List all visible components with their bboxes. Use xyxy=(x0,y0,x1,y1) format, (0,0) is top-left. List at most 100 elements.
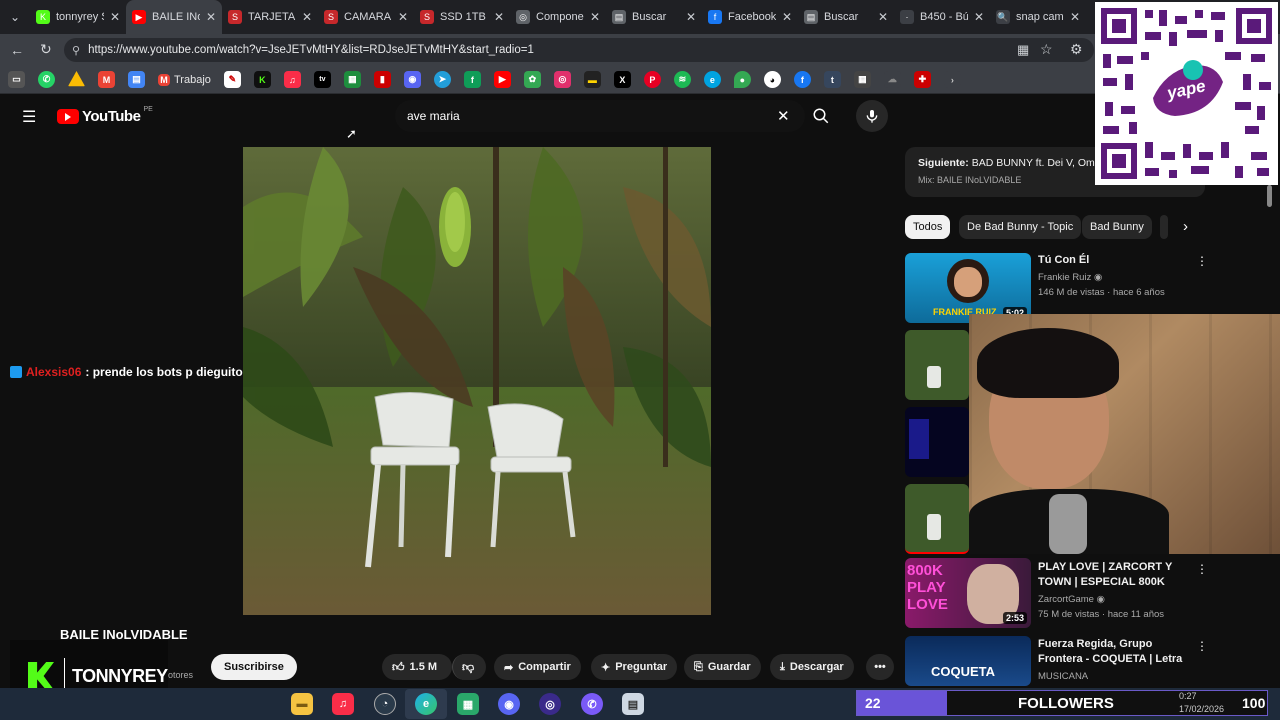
tab-close-icon[interactable]: ✕ xyxy=(974,10,984,24)
obs-icon[interactable]: ◔ xyxy=(374,693,396,715)
rec1-channel-row[interactable]: Frankie Ruiz ◉ xyxy=(1038,272,1102,283)
kick-icon[interactable]: K xyxy=(253,71,271,88)
youtube-bookmark-icon[interactable]: ▶ xyxy=(493,71,511,88)
save-button[interactable]: ⎘ Guardar xyxy=(684,654,761,680)
pen-icon[interactable]: ✎ xyxy=(223,71,241,88)
taskbar-discord-icon[interactable]: ◉ xyxy=(498,693,520,715)
rec-thumbnail-4[interactable] xyxy=(905,484,969,554)
tab-close-icon[interactable]: ✕ xyxy=(398,10,408,24)
telegram-icon[interactable]: ➤ xyxy=(433,71,451,88)
maps-icon[interactable]: ● xyxy=(733,71,751,88)
tab-close-icon[interactable]: ✕ xyxy=(686,10,696,24)
google-drive-icon[interactable] xyxy=(68,71,85,87)
tab-close-icon[interactable]: ✕ xyxy=(590,10,600,24)
address-bar[interactable]: ⚲ https://www.youtube.com/watch?v=JseJET… xyxy=(64,38,1094,62)
site-info-icon[interactable]: ⚲ xyxy=(72,44,80,57)
more-bookmarks-icon[interactable]: › xyxy=(943,71,961,88)
rec5-channel-row[interactable]: ZarcortGame ◉ xyxy=(1038,594,1105,605)
back-arrow-icon[interactable]: ← xyxy=(10,42,24,58)
clear-search-icon[interactable]: ✕ xyxy=(777,107,790,125)
taskbar-notes-icon[interactable]: ▤ xyxy=(622,693,644,715)
bookmark-folder-trabajo[interactable]: M Trabajo xyxy=(158,73,211,86)
sheets2-icon[interactable]: f xyxy=(463,71,481,88)
apps-grid-icon[interactable]: ▦ xyxy=(1017,42,1029,58)
browser-tab[interactable]: f Facebook ✕ xyxy=(702,0,798,34)
apple-music-icon[interactable]: ♫ xyxy=(283,71,301,88)
extensions-icon[interactable]: ⚙ xyxy=(1070,41,1083,58)
whatsapp-icon[interactable]: ✆ xyxy=(38,71,55,88)
streaming-app-icon[interactable]: ▦ xyxy=(457,693,479,715)
rec1-menu-icon[interactable]: ⋮ xyxy=(1196,254,1208,268)
rec-thumbnail-1[interactable]: FRANKIE RUIZ 5:02 xyxy=(905,253,1031,323)
browser-tab[interactable]: S CAMARA W ✕ xyxy=(318,0,414,34)
share-button[interactable]: ➦ Compartir xyxy=(494,654,581,680)
hamburger-menu-icon[interactable]: ☰ xyxy=(22,107,36,127)
appletv-icon[interactable]: tv xyxy=(313,71,331,88)
rec1-title[interactable]: Tú Con Él xyxy=(1038,253,1188,268)
browser-tab[interactable]: ▶ BAILE INoLVI ✕ xyxy=(126,0,222,34)
photos-icon[interactable]: ✿ xyxy=(523,71,541,88)
browser-tab[interactable]: ▤ Buscar ✕ xyxy=(798,0,894,34)
video-player[interactable] xyxy=(243,147,711,615)
chips-next-arrow-icon[interactable]: › xyxy=(1183,218,1188,235)
rec6-title[interactable]: Fuerza Regida, Grupo Frontera - COQUETA … xyxy=(1038,637,1188,667)
wallet-icon[interactable]: ▬ xyxy=(583,71,601,88)
rec5-title[interactable]: PLAY LOVE | ZARCORT Y TOWN | ESPECIAL 80… xyxy=(1038,560,1188,590)
pinterest-icon[interactable]: P xyxy=(643,71,661,88)
docs-icon[interactable]: ▤ xyxy=(128,71,145,88)
reload-icon[interactable]: ↻ xyxy=(40,41,52,58)
tab-search-chevron-icon[interactable]: ⌄ xyxy=(0,0,30,34)
rec-thumbnail-2[interactable] xyxy=(905,330,969,400)
browser-tab[interactable]: · B450 - Bús ✕ xyxy=(894,0,990,34)
search-input[interactable]: ave maria xyxy=(395,100,805,132)
facebook-bookmark-icon[interactable]: f xyxy=(793,71,811,88)
like-button[interactable]: 👍︎ 1.5 M xyxy=(382,654,452,680)
browser-tab[interactable]: ◎ Componen ✕ xyxy=(510,0,606,34)
rec5-menu-icon[interactable]: ⋮ xyxy=(1196,562,1208,576)
spotify-icon[interactable]: ≋ xyxy=(673,71,691,88)
browser-tab[interactable]: S TARJETA DE ✕ xyxy=(222,0,318,34)
subscribe-button[interactable]: Suscribirse xyxy=(211,654,297,680)
browser-tab[interactable]: ▤ Buscar ✕ xyxy=(606,0,702,34)
rec6-menu-icon[interactable]: ⋮ xyxy=(1196,639,1208,653)
search-button[interactable] xyxy=(805,100,837,132)
tab-close-icon[interactable]: ✕ xyxy=(782,10,792,24)
edge-browser-icon[interactable]: e xyxy=(415,693,437,715)
tab-close-icon[interactable]: ✕ xyxy=(878,10,888,24)
bookmark-screen-icon[interactable]: ▭ xyxy=(8,71,25,88)
browser-tab[interactable]: Ktonnyrey St ✕ xyxy=(30,0,126,34)
tab-close-icon[interactable]: ✕ xyxy=(110,10,120,24)
voice-search-button[interactable] xyxy=(856,100,888,132)
edge-app-icon[interactable]: e xyxy=(703,71,721,88)
rec6-channel[interactable]: MUSICANA xyxy=(1038,671,1088,682)
rec-thumbnail-5[interactable]: 800K PLAY LOVE 2:53 xyxy=(905,558,1031,628)
file-explorer-icon[interactable]: ▬ xyxy=(291,693,313,715)
cloud-icon[interactable]: ☁ xyxy=(883,71,901,88)
taskbar-app-icon[interactable]: ◎ xyxy=(539,693,561,715)
taskbar-chat-icon[interactable]: ✆ xyxy=(581,693,603,715)
youtube-logo[interactable]: YouTube PE xyxy=(57,106,153,125)
instagram-icon[interactable]: ◎ xyxy=(553,71,571,88)
tumblr-icon[interactable]: t xyxy=(823,71,841,88)
chip-overflow[interactable] xyxy=(1160,215,1168,239)
discord-icon[interactable]: ◉ xyxy=(403,71,421,88)
bookmark-star-icon[interactable]: ☆ xyxy=(1040,41,1053,58)
puzzle-icon[interactable]: ✚ xyxy=(913,71,931,88)
x-twitter-icon[interactable]: X xyxy=(613,71,631,88)
chip-de-bad-bunny-topic[interactable]: De Bad Bunny - Topic xyxy=(959,215,1082,239)
taskbar-music-icon[interactable]: ♫ xyxy=(332,693,354,715)
rec-thumbnail-3[interactable] xyxy=(905,407,969,477)
gmail-icon[interactable]: M xyxy=(98,71,115,88)
tab-close-icon[interactable]: ✕ xyxy=(302,10,312,24)
dislike-button[interactable]: 👎︎ xyxy=(452,654,486,680)
tab-close-icon[interactable]: ✕ xyxy=(1070,10,1080,24)
tab-close-icon[interactable]: ✕ xyxy=(494,10,504,24)
calculator-icon[interactable]: ▦ xyxy=(853,71,871,88)
more-actions-button[interactable]: ••• xyxy=(866,654,894,680)
red-app-icon[interactable]: ▮ xyxy=(373,71,391,88)
sheets-icon[interactable]: ▦ xyxy=(343,71,361,88)
download-button[interactable]: ⤓ Descargar xyxy=(770,654,854,680)
tab-close-icon[interactable]: ✕ xyxy=(206,10,216,24)
github-icon[interactable]: ◕ xyxy=(763,71,781,88)
page-scrollbar[interactable] xyxy=(1267,185,1272,207)
